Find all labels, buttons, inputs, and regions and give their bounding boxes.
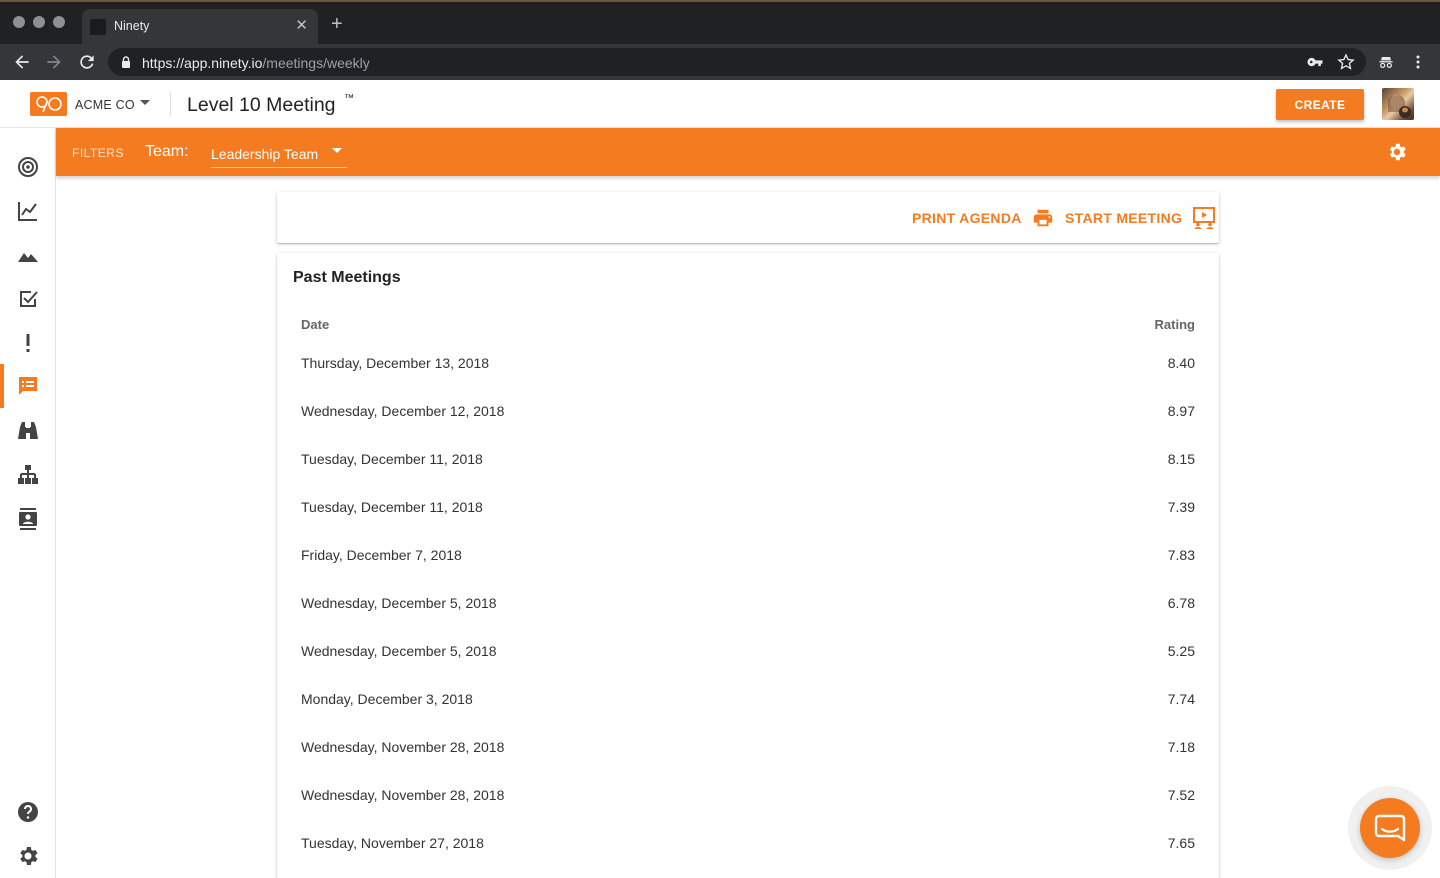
create-button[interactable]: CREATE [1276,89,1364,120]
start-meeting-label: START MEETING [1065,210,1183,226]
settings-icon[interactable] [16,844,40,868]
table-row[interactable]: Wednesday, December 5, 2018 5.25 [277,628,1219,676]
avatar-photo [1388,95,1411,118]
meeting-date: Friday, December 7, 2018 [301,547,462,563]
meeting-actions-card: PRINT AGENDA START MEETING [277,192,1219,243]
more-menu-icon[interactable] [1408,52,1428,72]
meeting-date: Monday, December 3, 2018 [301,691,473,707]
header-divider [170,92,171,116]
user-avatar[interactable] [1382,88,1414,120]
close-window-button[interactable] [13,16,25,28]
date-column-header[interactable]: Date [301,317,329,332]
filter-settings-icon[interactable] [1386,141,1408,163]
meeting-date: Wednesday, December 5, 2018 [301,643,497,659]
help-icon[interactable] [16,800,40,824]
ninety-logo[interactable] [30,92,67,116]
new-tab-icon[interactable]: + [331,14,343,34]
sidebar [0,128,56,878]
meeting-date: Wednesday, November 28, 2018 [301,739,505,755]
reload-icon[interactable] [77,52,97,72]
meeting-rating: 7.39 [1167,499,1195,515]
printer-icon [1033,209,1052,227]
filter-bar: FILTERS Team: Leadership Team [56,128,1440,176]
chat-bubble-icon [1374,814,1406,842]
lock-icon [122,56,130,68]
presentation-icon [1193,207,1216,229]
table-row[interactable]: Monday, December 3, 2018 7.74 [277,676,1219,724]
contact-card-icon[interactable] [16,507,40,531]
print-agenda-button[interactable]: PRINT AGENDA [912,204,1054,232]
sidebar-active-indicator [0,364,4,408]
meeting-rating: 7.74 [1167,691,1195,707]
address-bar[interactable]: https://app.ninety.io/meetings/weekly [108,48,1366,76]
chat-list-icon[interactable] [16,374,40,398]
minimize-window-button[interactable] [33,16,45,28]
table-row[interactable]: Wednesday, November 28, 2018 7.52 [277,772,1219,820]
ninety-logo-mark [36,96,62,113]
meeting-rating: 8.15 [1167,451,1195,467]
meeting-rating: 7.65 [1167,835,1195,851]
checkbox-icon[interactable] [16,287,40,311]
filters-label: FILTERS [72,146,124,160]
table-row[interactable]: Tuesday, November 27, 2018 7.65 [277,820,1219,868]
meeting-date: Thursday, December 13, 2018 [301,355,490,371]
meeting-rating: 6.78 [1167,595,1195,611]
team-label: Team: [145,143,189,160]
team-select-value: Leadership Team [211,146,319,162]
back-arrow-icon[interactable] [12,52,32,72]
table-row[interactable]: Wednesday, December 12, 2018 8.97 [277,388,1219,436]
table-row[interactable]: Tuesday, December 11, 2018 7.39 [277,484,1219,532]
binoculars-icon[interactable] [16,419,40,443]
chat-launcher-button[interactable] [1360,798,1420,858]
url-text: https://app.ninety.io/meetings/weekly [142,55,370,71]
exclamation-icon[interactable] [16,331,40,355]
team-dropdown-icon [332,148,342,153]
meeting-rating: 8.40 [1167,355,1195,371]
meeting-rating: 5.25 [1167,643,1195,659]
org-chart-icon[interactable] [16,463,40,487]
meeting-date: Wednesday, December 12, 2018 [301,403,505,419]
bookmark-star-icon[interactable] [1336,52,1356,72]
start-meeting-button[interactable]: START MEETING [1065,204,1216,232]
tab-title: Ninety [114,19,150,33]
line-chart-icon[interactable] [16,199,40,223]
team-select[interactable]: Leadership Team [211,138,347,168]
past-meetings-title: Past Meetings [293,269,401,286]
meeting-date: Tuesday, November 27, 2018 [301,835,484,851]
meeting-date: Wednesday, December 5, 2018 [301,595,497,611]
org-name[interactable]: ACME CO [75,98,135,112]
meeting-rating: 7.52 [1167,787,1195,803]
browser-tab[interactable]: Ninety ✕ [82,9,318,46]
table-row[interactable]: Tuesday, December 11, 2018 8.15 [277,436,1219,484]
past-meetings-card: Past Meetings Date Rating Thursday, Dece… [277,253,1219,878]
table-row[interactable]: Friday, December 7, 2018 7.83 [277,532,1219,580]
meeting-date: Wednesday, November 28, 2018 [301,787,505,803]
meeting-rating: 7.83 [1167,547,1195,563]
rating-column-header[interactable]: Rating [1155,317,1195,332]
incognito-icon[interactable] [1376,52,1396,72]
table-row[interactable]: Wednesday, November 28, 2018 7.18 [277,724,1219,772]
app-header: ACME CO Level 10 Meeting ™ CREATE [0,80,1440,128]
meeting-date: Tuesday, December 11, 2018 [301,499,483,515]
tab-close-icon[interactable]: ✕ [295,17,308,35]
table-row[interactable]: Wednesday, December 5, 2018 6.78 [277,580,1219,628]
page-title: Level 10 Meeting [187,94,336,116]
browser-toolbar: https://app.ninety.io/meetings/weekly [0,44,1440,80]
meeting-date: Tuesday, December 11, 2018 [301,451,483,467]
print-agenda-label: PRINT AGENDA [912,210,1022,226]
meeting-rating: 7.18 [1167,739,1195,755]
mountain-icon[interactable] [16,243,40,267]
favicon-icon [90,19,106,35]
target-icon[interactable] [16,155,40,179]
zoom-window-button[interactable] [53,16,65,28]
browser-tab-bar: Ninety ✕ + [0,0,1440,46]
table-row[interactable]: Thursday, December 13, 2018 8.40 [277,340,1219,388]
meeting-rating: 8.97 [1167,403,1195,419]
key-icon[interactable] [1305,52,1325,72]
trademark-symbol: ™ [344,93,354,104]
forward-arrow-icon[interactable] [44,52,64,72]
org-dropdown-icon[interactable] [140,100,150,105]
